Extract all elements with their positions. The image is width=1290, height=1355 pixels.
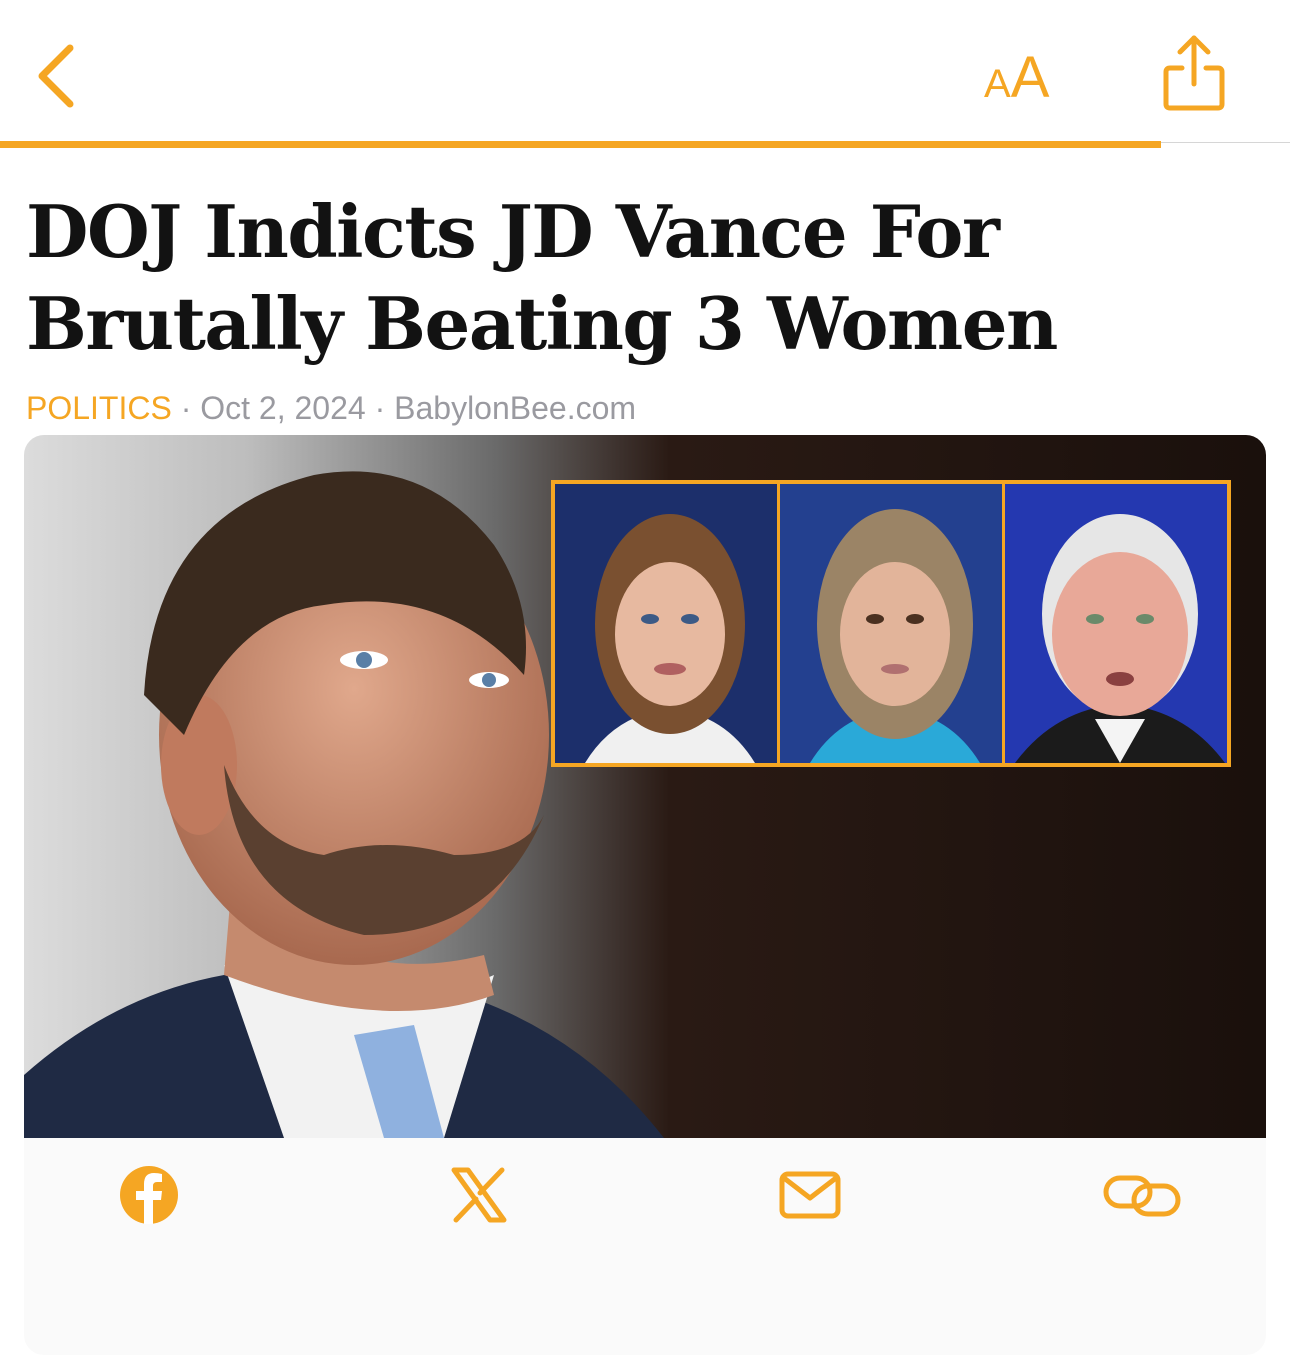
share-button[interactable]: [1160, 32, 1228, 114]
meta-separator: ·: [374, 390, 386, 426]
article-card: [24, 435, 1266, 1355]
reading-progress-bar: [0, 141, 1290, 148]
text-size-small-label: A: [984, 62, 1011, 106]
mail-share-button[interactable]: [775, 1160, 845, 1230]
meta-separator: ·: [180, 390, 192, 426]
article-date: Oct 2, 2024: [200, 390, 366, 426]
link-icon: [1103, 1175, 1181, 1217]
copy-link-button[interactable]: [1102, 1160, 1182, 1230]
text-size-large-label: A: [1010, 45, 1050, 110]
top-navigation-bar: AA: [0, 0, 1290, 143]
inset-photo-man: [1005, 484, 1227, 763]
mail-icon: [779, 1171, 841, 1219]
reading-progress-fill: [0, 141, 1161, 148]
article-meta: POLITICS · Oct 2, 2024 · BabylonBee.com: [26, 390, 636, 427]
back-button[interactable]: [32, 40, 82, 110]
x-icon: [451, 1167, 507, 1223]
text-size-button[interactable]: AA: [984, 44, 1050, 110]
article-source: BabylonBee.com: [394, 390, 637, 426]
facebook-icon: [120, 1166, 178, 1224]
share-bar: [24, 1138, 1266, 1258]
inset-photo-strip: [551, 480, 1231, 767]
chevron-left-icon: [38, 44, 74, 108]
x-share-button[interactable]: [444, 1160, 514, 1230]
article-title: DOJ Indicts JD Vance For Brutally Beatin…: [26, 189, 1058, 366]
inset-photo-woman-2: [780, 484, 1005, 763]
article-category-link[interactable]: POLITICS: [26, 390, 172, 426]
share-icon: [1163, 35, 1225, 111]
inset-photo-woman-1: [555, 484, 780, 763]
hero-image[interactable]: [24, 435, 1266, 1138]
facebook-share-button[interactable]: [114, 1160, 184, 1230]
